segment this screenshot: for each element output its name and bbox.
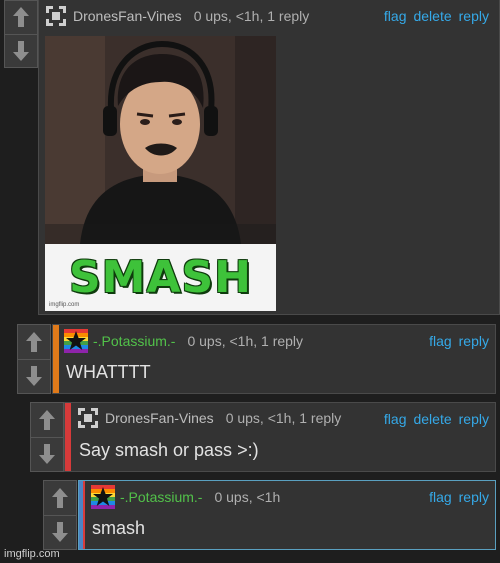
upvote-button[interactable] [31, 403, 63, 437]
flag-link[interactable]: flag [429, 333, 452, 349]
comment-header: DronesFan-Vines 0 ups, <1h, 1 reply [44, 4, 309, 28]
comment-actions: flag delete reply [377, 8, 489, 24]
delete-link[interactable]: delete [413, 8, 451, 24]
upvote-button[interactable] [44, 481, 76, 515]
thread-bar [53, 325, 59, 393]
downvote-button[interactable] [44, 514, 76, 550]
avatar-icon[interactable] [76, 406, 100, 430]
image-watermark: imgflip.com [49, 302, 80, 308]
comment-meta: 0 ups, <1h, 1 reply [187, 333, 304, 349]
comment-actions: flag delete reply [377, 411, 489, 427]
meme-caption: SMASH [68, 252, 253, 303]
vote-box [4, 0, 38, 68]
meme-image[interactable]: SMASH imgflip.com [45, 36, 276, 311]
photo [45, 36, 276, 244]
comment-meta: 0 ups, <1h, 1 reply [225, 410, 342, 426]
reply-link[interactable]: reply [459, 333, 489, 349]
reply-link[interactable]: reply [459, 8, 489, 24]
username-link[interactable]: -.Potassium.- [120, 489, 202, 505]
comment-header: -.Potassium.- 0 ups, <1h, 1 reply [64, 329, 303, 353]
comment-header: DronesFan-Vines 0 ups, <1h, 1 reply [76, 406, 341, 430]
comment-meta: 0 ups, <1h, 1 reply [193, 8, 310, 24]
downvote-button[interactable] [31, 436, 63, 472]
arrow-down-icon [13, 40, 29, 61]
arrow-up-icon [39, 409, 55, 430]
arrow-down-icon [52, 522, 68, 543]
comment-text: smash [92, 518, 146, 538]
star-avatar-icon[interactable] [64, 329, 88, 353]
arrow-down-icon [39, 444, 55, 465]
comment-actions: flag reply [422, 333, 489, 349]
upvote-button[interactable] [18, 325, 50, 359]
flag-link[interactable]: flag [384, 8, 407, 24]
username-link[interactable]: -.Potassium.- [93, 333, 175, 349]
thread-bar [65, 403, 71, 471]
delete-link[interactable]: delete [413, 411, 451, 427]
person-illustration [45, 36, 276, 244]
arrow-up-icon [26, 331, 42, 352]
vote-box [17, 324, 51, 394]
watermark: imgflip.com [4, 548, 60, 560]
caption-panel: SMASH [45, 244, 276, 311]
username-link[interactable]: DronesFan-Vines [73, 8, 182, 24]
arrow-down-icon [26, 366, 42, 387]
username-link[interactable]: DronesFan-Vines [105, 410, 214, 426]
comment-actions: flag reply [422, 489, 489, 505]
flag-link[interactable]: flag [384, 411, 407, 427]
downvote-button[interactable] [5, 33, 37, 68]
comment-text: WHATTTT [66, 362, 151, 382]
downvote-button[interactable] [18, 358, 50, 394]
star-avatar-icon[interactable] [91, 485, 115, 509]
upvote-button[interactable] [5, 1, 37, 34]
arrow-up-icon [52, 487, 68, 508]
reply-link[interactable]: reply [459, 411, 489, 427]
vote-box [30, 402, 64, 472]
reply-link[interactable]: reply [459, 489, 489, 505]
avatar-icon[interactable] [44, 4, 68, 28]
arrow-up-icon [13, 7, 29, 28]
thread-bar [79, 481, 85, 549]
flag-link[interactable]: flag [429, 489, 452, 505]
comment-header: -.Potassium.- 0 ups, <1h [91, 485, 280, 509]
comment-meta: 0 ups, <1h [214, 489, 281, 505]
vote-box [43, 480, 77, 550]
comment-text: Say smash or pass >:) [79, 440, 259, 460]
